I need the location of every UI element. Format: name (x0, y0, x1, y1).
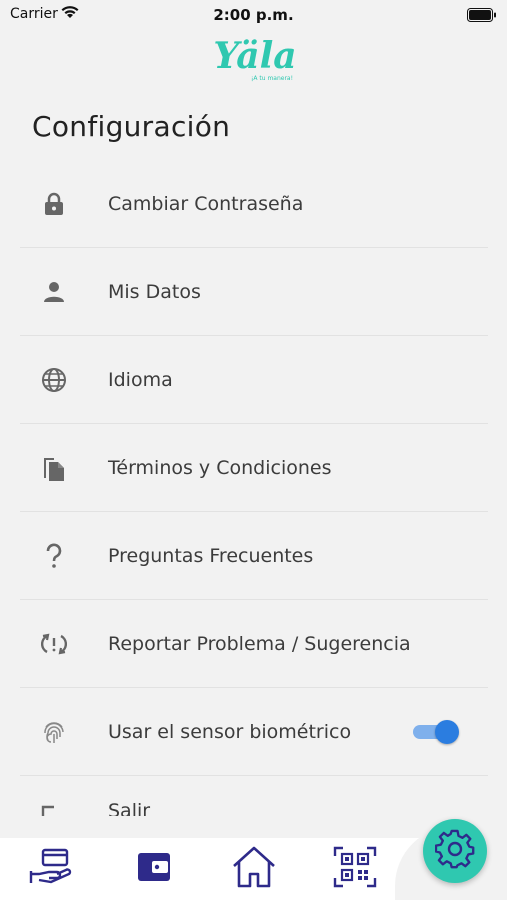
globe-icon (40, 366, 68, 394)
fingerprint-icon (40, 718, 68, 746)
settings-item-label: Cambiar Contraseña (108, 192, 304, 215)
settings-item-faq[interactable]: Preguntas Frecuentes (20, 512, 488, 600)
svg-text:Yäla: Yäla (213, 35, 296, 77)
nav-qr-scan[interactable] (330, 846, 380, 892)
settings-item-report-problem[interactable]: Reportar Problema / Sugerencia (20, 600, 488, 688)
biometric-toggle[interactable] (413, 719, 459, 745)
person-icon (40, 278, 68, 306)
settings-item-label: Mis Datos (108, 280, 201, 303)
status-bar: Carrier 2:00 p.m. (0, 0, 507, 30)
toggle-knob (435, 719, 459, 744)
svg-text:¡A tu manera!: ¡A tu manera! (251, 75, 293, 82)
nav-payments[interactable] (27, 846, 77, 892)
settings-item-change-password[interactable]: Cambiar Contraseña (20, 160, 488, 248)
documents-icon (40, 454, 68, 482)
lock-icon (40, 190, 68, 218)
brand-logo: Yäla ¡A tu manera! (200, 28, 310, 86)
page-title: Configuración (32, 110, 231, 143)
logout-icon (40, 804, 64, 816)
settings-item-terms[interactable]: Términos y Condiciones (20, 424, 488, 512)
settings-item-label: Salir (108, 800, 151, 816)
settings-item-label: Términos y Condiciones (108, 456, 332, 479)
settings-item-label: Reportar Problema / Sugerencia (108, 632, 411, 655)
settings-item-label: Idioma (108, 368, 173, 391)
nav-home[interactable] (229, 846, 279, 892)
settings-item-language[interactable]: Idioma (20, 336, 488, 424)
card-hand-icon (29, 847, 75, 891)
nav-wallet[interactable] (129, 846, 179, 892)
nav-settings-button[interactable] (423, 819, 487, 883)
settings-item-label: Usar el sensor biométrico (108, 720, 352, 743)
settings-item-label: Preguntas Frecuentes (108, 544, 314, 567)
clock-time: 2:00 p.m. (213, 6, 294, 24)
settings-item-biometric: Usar el sensor biométrico (20, 688, 488, 776)
question-icon (40, 542, 68, 570)
wallet-icon (136, 849, 172, 889)
qr-code-icon (333, 846, 377, 892)
settings-item-logout[interactable]: Salir (20, 776, 488, 816)
settings-item-my-data[interactable]: Mis Datos (20, 248, 488, 336)
home-icon (231, 845, 277, 893)
battery-icon (467, 7, 497, 26)
gear-icon (434, 829, 475, 873)
settings-list: Cambiar Contraseña Mis Datos Idioma Térm… (20, 160, 488, 816)
feedback-icon (40, 630, 68, 658)
